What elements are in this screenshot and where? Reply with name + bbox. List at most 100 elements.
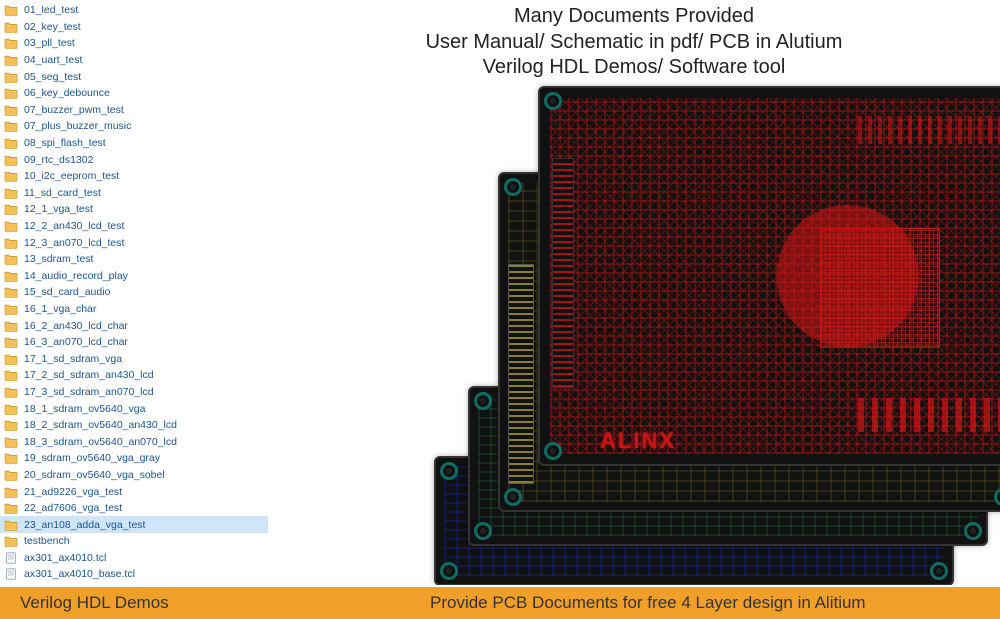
file-item-label: 01_led_test	[24, 4, 78, 16]
folder-item[interactable]: 19_sdram_ov5640_vga_gray	[0, 450, 268, 467]
file-item-label: 12_1_vga_test	[24, 203, 93, 215]
file-item-label: 07_plus_buzzer_music	[24, 120, 131, 132]
folder-icon	[4, 87, 18, 99]
file-item-label: 16_3_an070_lcd_char	[24, 336, 128, 348]
folder-icon	[4, 320, 18, 332]
folder-item[interactable]: 18_2_sdram_ov5640_an430_lcd	[0, 417, 268, 434]
folder-item[interactable]: 09_rtc_ds1302	[0, 151, 268, 168]
folder-item[interactable]: 12_1_vga_test	[0, 201, 268, 218]
headline-line-2: User Manual/ Schematic in pdf/ PCB in Al…	[268, 30, 1000, 56]
pcb-stack: ALINX	[438, 86, 998, 584]
folder-icon	[4, 220, 18, 232]
folder-item[interactable]: 23_an108_adda_vga_test	[0, 516, 268, 533]
file-item-label: 16_2_an430_lcd_char	[24, 320, 128, 332]
folder-item[interactable]: 18_1_sdram_ov5640_vga	[0, 400, 268, 417]
headline-line-3: Verilog HDL Demos/ Software tool	[268, 55, 1000, 81]
folder-icon	[4, 104, 18, 116]
file-icon	[4, 568, 18, 580]
file-item-label: ax301_ax4010_base.tcl	[24, 568, 135, 580]
footer-left-text: Verilog HDL Demos	[0, 593, 430, 613]
file-item-label: 17_3_sd_sdram_an070_lcd	[24, 386, 154, 398]
folder-item[interactable]: 12_3_an070_lcd_test	[0, 234, 268, 251]
file-item-label: 10_i2c_eeprom_test	[24, 170, 119, 182]
headline-line-1: Many Documents Provided	[268, 4, 1000, 30]
folder-icon	[4, 419, 18, 431]
file-item-label: 18_1_sdram_ov5640_vga	[24, 403, 145, 415]
file-item-label: 03_pll_test	[24, 37, 75, 49]
folder-icon	[4, 170, 18, 182]
folder-icon	[4, 137, 18, 149]
file-item-label: 18_2_sdram_ov5640_an430_lcd	[24, 419, 177, 431]
folder-icon	[4, 303, 18, 315]
folder-item[interactable]: 16_3_an070_lcd_char	[0, 334, 268, 351]
folder-item[interactable]: 16_1_vga_char	[0, 301, 268, 318]
folder-item[interactable]: 11_sd_card_test	[0, 185, 268, 202]
headline-block: Many Documents Provided User Manual/ Sch…	[268, 0, 1000, 81]
folder-icon	[4, 286, 18, 298]
folder-icon	[4, 353, 18, 365]
folder-item[interactable]: 17_3_sd_sdram_an070_lcd	[0, 384, 268, 401]
folder-icon	[4, 502, 18, 514]
folder-icon	[4, 469, 18, 481]
folder-item[interactable]: 13_sdram_test	[0, 251, 268, 268]
file-item[interactable]: ax301_ax4010.tcl	[0, 550, 268, 567]
file-item-label: 09_rtc_ds1302	[24, 154, 93, 166]
folder-item[interactable]: 21_ad9226_vga_test	[0, 483, 268, 500]
folder-item[interactable]: 18_3_sdram_ov5640_an070_lcd	[0, 433, 268, 450]
folder-item[interactable]: 22_ad7606_vga_test	[0, 500, 268, 517]
folder-item[interactable]: 02_key_test	[0, 19, 268, 36]
folder-icon	[4, 54, 18, 66]
folder-item[interactable]: 16_2_an430_lcd_char	[0, 317, 268, 334]
file-item-label: 17_2_sd_sdram_an430_lcd	[24, 369, 154, 381]
file-item-label: 04_uart_test	[24, 54, 82, 66]
footer-right-text: Provide PCB Documents for free 4 Layer d…	[430, 593, 1000, 613]
folder-item[interactable]: 15_sd_card_audio	[0, 284, 268, 301]
folder-item[interactable]: 05_seg_test	[0, 68, 268, 85]
file-item-label: 15_sd_card_audio	[24, 286, 110, 298]
folder-item[interactable]: 07_buzzer_pwm_test	[0, 102, 268, 119]
folder-icon	[4, 154, 18, 166]
folder-icon	[4, 403, 18, 415]
file-item-label: 12_2_an430_lcd_test	[24, 220, 124, 232]
folder-item[interactable]: 10_i2c_eeprom_test	[0, 168, 268, 185]
folder-item[interactable]: 04_uart_test	[0, 52, 268, 69]
file-item-label: 11_sd_card_test	[24, 187, 101, 199]
folder-item[interactable]: 20_sdram_ov5640_vga_sobel	[0, 467, 268, 484]
folder-icon	[4, 187, 18, 199]
file-explorer-panel: 01_led_test 02_key_test 03_pll_test 04_uart…	[0, 0, 268, 585]
folder-icon	[4, 237, 18, 249]
folder-icon	[4, 270, 18, 282]
file-item-label: 05_seg_test	[24, 71, 81, 83]
folder-icon	[4, 37, 18, 49]
file-item-label: 21_ad9226_vga_test	[24, 486, 122, 498]
folder-icon	[4, 452, 18, 464]
file-item-label: 17_1_sd_sdram_vga	[24, 353, 122, 365]
folder-item[interactable]: 12_2_an430_lcd_test	[0, 218, 268, 235]
folder-item[interactable]: testbench	[0, 533, 268, 550]
folder-item[interactable]: 01_led_test	[0, 2, 268, 19]
folder-item[interactable]: 17_2_sd_sdram_an430_lcd	[0, 367, 268, 384]
folder-icon	[4, 535, 18, 547]
folder-item[interactable]: 03_pll_test	[0, 35, 268, 52]
folder-icon	[4, 71, 18, 83]
file-item-label: 19_sdram_ov5640_vga_gray	[24, 452, 160, 464]
folder-icon	[4, 386, 18, 398]
file-item[interactable]: ax301_ax4010_base.tcl	[0, 566, 268, 583]
file-item-label: 02_key_test	[24, 21, 81, 33]
folder-item[interactable]: 06_key_debounce	[0, 85, 268, 102]
file-item-label: 13_sdram_test	[24, 253, 93, 265]
file-item-label: 08_spi_flash_test	[24, 137, 106, 149]
folder-item[interactable]: 17_1_sd_sdram_vga	[0, 350, 268, 367]
file-item-label: 14_audio_record_play	[24, 270, 128, 282]
file-icon	[4, 552, 18, 564]
folder-icon	[4, 253, 18, 265]
pcb-layer-red: ALINX	[538, 86, 1000, 466]
footer-bar: Verilog HDL Demos Provide PCB Documents …	[0, 585, 1000, 619]
file-item-label: testbench	[24, 535, 70, 547]
content-panel: Many Documents Provided User Manual/ Sch…	[268, 0, 1000, 585]
file-item-label: 06_key_debounce	[24, 87, 110, 99]
folder-item[interactable]: 14_audio_record_play	[0, 268, 268, 285]
folder-item[interactable]: 07_plus_buzzer_music	[0, 118, 268, 135]
folder-icon	[4, 120, 18, 132]
folder-item[interactable]: 08_spi_flash_test	[0, 135, 268, 152]
